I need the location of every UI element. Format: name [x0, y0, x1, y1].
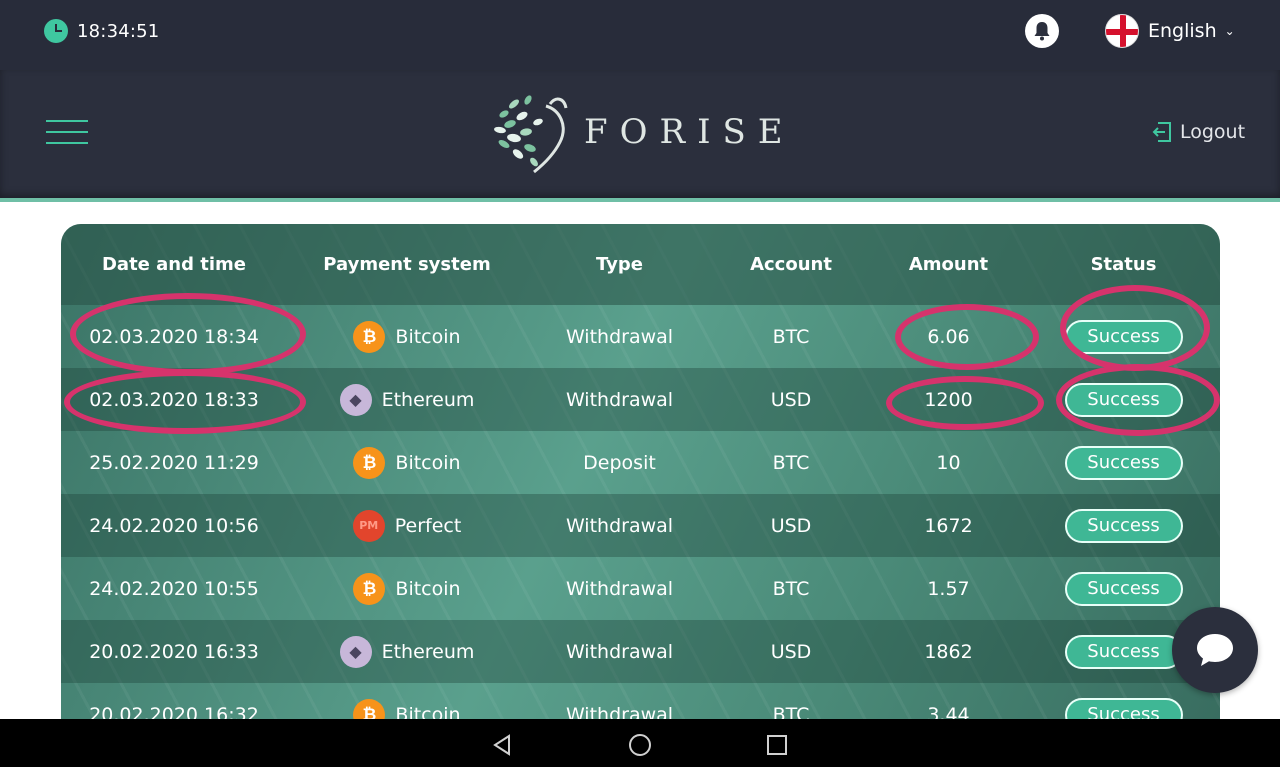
row-account: BTC — [772, 325, 810, 348]
logout-icon — [1152, 122, 1171, 142]
bitcoin-icon: ₿ — [353, 320, 386, 353]
home-button[interactable] — [626, 731, 654, 759]
status-badge[interactable]: Success — [1064, 508, 1183, 543]
row-date: 02.03.2020 18:33 — [89, 388, 259, 411]
perfect-money-icon: PM — [352, 509, 385, 542]
header-divider — [0, 198, 1280, 202]
menu-icon — [46, 120, 88, 122]
system-navigation-bar — [0, 719, 1280, 767]
payment-system-label: Bitcoin — [395, 325, 461, 348]
leaf-tree-logo-icon — [494, 95, 568, 174]
column-header-account: Account — [750, 254, 832, 275]
england-flag-icon — [1105, 14, 1139, 48]
row-payment-system: ₿ Bitcoin — [287, 572, 527, 605]
clock-time: 18:34:51 — [77, 20, 160, 42]
status-badge[interactable]: Success — [1064, 634, 1183, 669]
column-header-status: Status — [1090, 254, 1157, 275]
logout-button[interactable]: Logout — [1152, 121, 1245, 143]
status-badge[interactable]: Success — [1064, 445, 1183, 480]
bitcoin-icon: ₿ — [353, 446, 386, 479]
back-button[interactable] — [488, 731, 516, 759]
row-account: USD — [770, 514, 812, 537]
row-account: USD — [770, 388, 812, 411]
row-account: BTC — [772, 577, 810, 600]
column-header-date: Date and time — [101, 254, 247, 275]
language-selector[interactable]: English ⌄ — [1105, 14, 1235, 48]
recents-square-icon — [767, 735, 787, 755]
row-type: Withdrawal — [565, 325, 674, 348]
row-amount: 1200 — [924, 388, 973, 411]
row-status: Success — [1027, 319, 1220, 354]
row-payment-system: ₿ Bitcoin — [287, 446, 527, 479]
chat-bubble-icon — [1197, 634, 1233, 666]
row-account: USD — [770, 640, 812, 663]
table-header: Date and time Payment system Type Accoun… — [61, 224, 1220, 305]
row-date: 24.02.2020 10:55 — [89, 577, 259, 600]
payment-system-label: Perfect — [394, 514, 462, 537]
table-row: 24.02.2020 10:56 PM Perfect Withdrawal U… — [61, 494, 1220, 557]
clock: 18:34:51 — [44, 19, 159, 43]
brand-name: FORISE — [584, 112, 795, 152]
chevron-down-icon: ⌄ — [1224, 24, 1235, 38]
row-status: Success — [1027, 571, 1220, 606]
row-payment-system: PM Perfect — [287, 509, 527, 542]
row-status: Success — [1027, 508, 1220, 543]
status-badge[interactable]: Success — [1064, 382, 1183, 417]
payment-system-label: Bitcoin — [395, 451, 461, 474]
ethereum-icon: ◆ — [339, 383, 372, 416]
status-badge[interactable]: Success — [1064, 571, 1183, 606]
row-payment-system: ₿ Bitcoin — [287, 320, 527, 353]
ethereum-icon: ◆ — [339, 635, 372, 668]
row-amount: 10 — [936, 451, 961, 474]
row-type: Withdrawal — [565, 577, 674, 600]
hamburger-menu-button[interactable] — [46, 120, 88, 146]
column-header-type: Type — [596, 254, 643, 275]
home-circle-icon — [629, 734, 651, 756]
payment-system-label: Ethereum — [381, 640, 475, 663]
row-date: 25.02.2020 11:29 — [89, 451, 259, 474]
row-account: BTC — [772, 451, 810, 474]
row-amount: 1862 — [924, 640, 973, 663]
payment-system-label: Bitcoin — [395, 577, 461, 600]
top-status-bar: 18:34:51 English ⌄ — [0, 0, 1280, 70]
row-amount: 1672 — [924, 514, 973, 537]
table-row: 20.02.2020 16:33 ◆ Ethereum Withdrawal U… — [61, 620, 1220, 683]
status-badge[interactable]: Success — [1064, 319, 1183, 354]
table-row: 02.03.2020 18:33 ◆ Ethereum Withdrawal U… — [61, 368, 1220, 431]
logout-label: Logout — [1180, 121, 1246, 143]
notifications-button[interactable] — [1025, 14, 1059, 48]
row-type: Withdrawal — [565, 514, 674, 537]
payment-system-label: Ethereum — [381, 388, 475, 411]
transactions-table: Date and time Payment system Type Accoun… — [61, 224, 1220, 744]
row-type: Deposit — [583, 451, 656, 474]
back-triangle-icon — [493, 734, 510, 756]
row-type: Withdrawal — [565, 640, 674, 663]
menu-icon-bar — [46, 131, 88, 133]
row-amount: 6.06 — [927, 325, 970, 348]
bitcoin-icon: ₿ — [353, 572, 386, 605]
bell-icon — [1034, 22, 1050, 41]
clock-icon — [44, 19, 68, 43]
row-amount: 1.57 — [927, 577, 970, 600]
language-label: English — [1148, 20, 1217, 42]
table-row: 24.02.2020 10:55 ₿ Bitcoin Withdrawal BT… — [61, 557, 1220, 620]
table-row: 02.03.2020 18:34 ₿ Bitcoin Withdrawal BT… — [61, 305, 1220, 368]
column-header-payment-system: Payment system — [323, 254, 491, 275]
row-date: 24.02.2020 10:56 — [89, 514, 259, 537]
recents-button[interactable] — [763, 731, 791, 759]
row-date: 20.02.2020 16:33 — [89, 640, 259, 663]
row-type: Withdrawal — [565, 388, 674, 411]
row-status: Success — [1027, 445, 1220, 480]
chat-button[interactable] — [1172, 607, 1258, 693]
row-date: 02.03.2020 18:34 — [89, 325, 259, 348]
row-payment-system: ◆ Ethereum — [287, 383, 527, 416]
table-row: 25.02.2020 11:29 ₿ Bitcoin Deposit BTC 1… — [61, 431, 1220, 494]
brand-logo[interactable]: FORISE — [490, 86, 795, 178]
row-status: Success — [1027, 382, 1220, 417]
menu-icon-bar — [46, 142, 88, 144]
column-header-amount: Amount — [908, 254, 989, 275]
row-payment-system: ◆ Ethereum — [287, 635, 527, 668]
